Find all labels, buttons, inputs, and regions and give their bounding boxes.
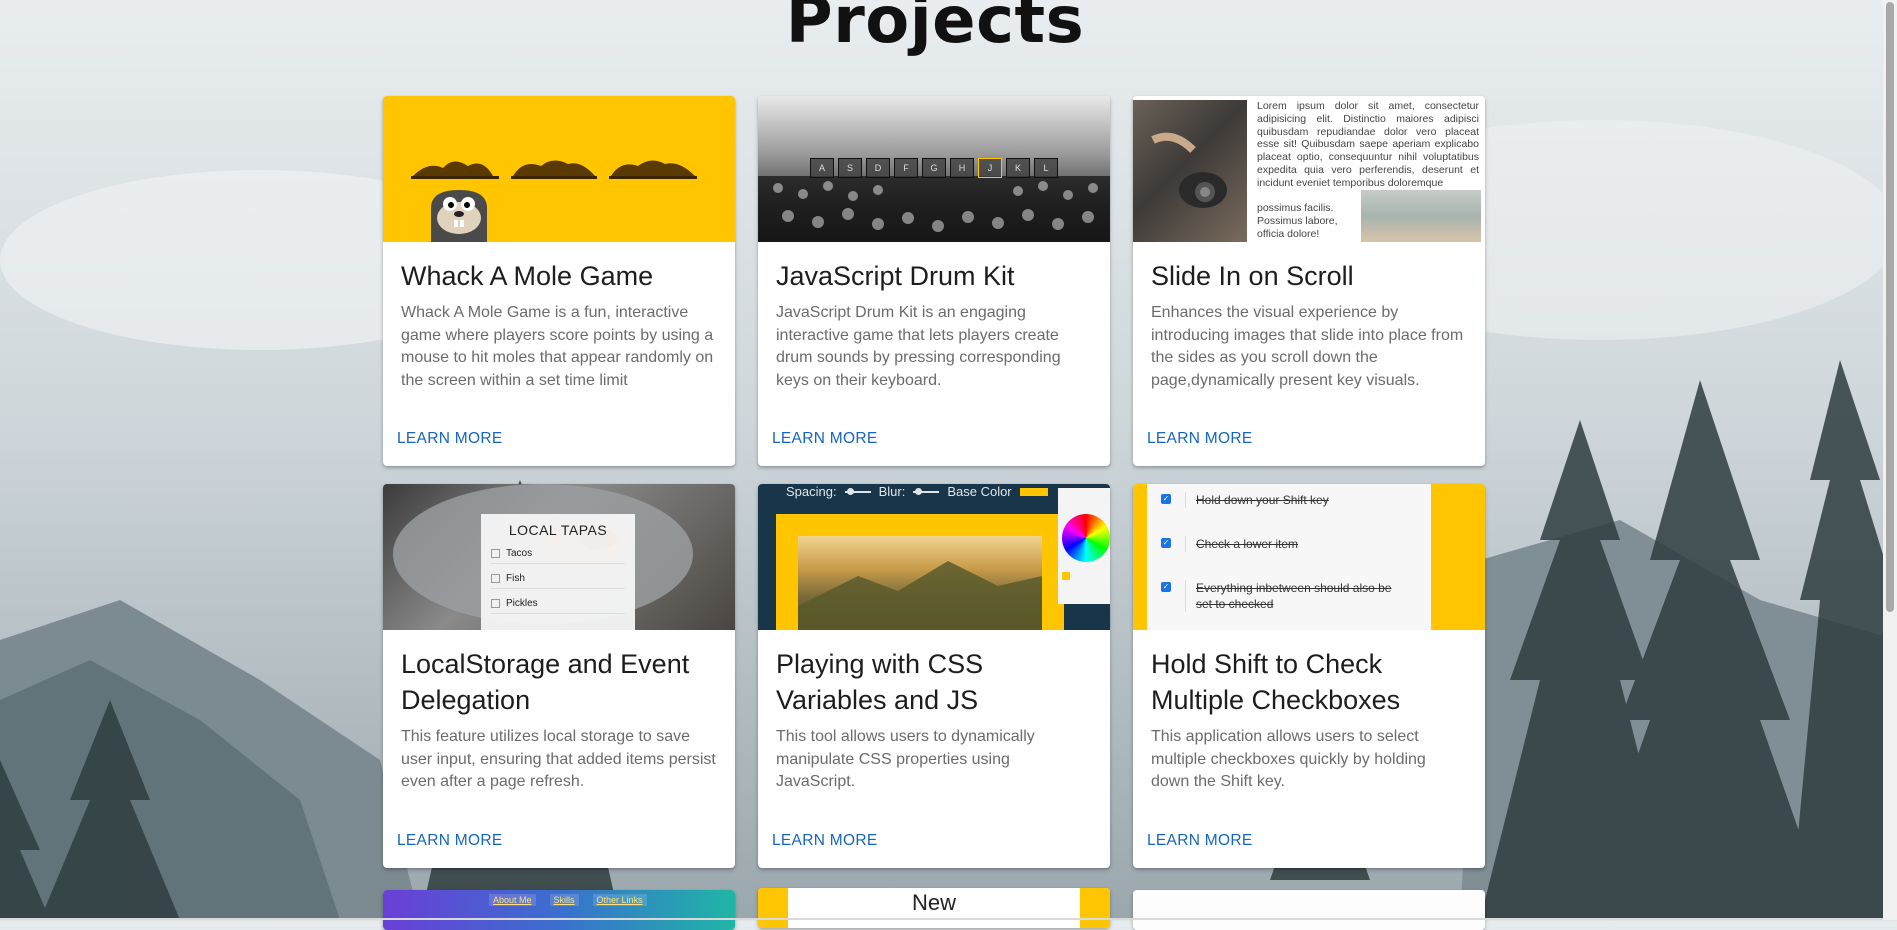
slide-in-thumbnail: Lorem ipsum dolor sit amet, consectetur … <box>1133 96 1485 242</box>
drum-kit-thumbnail: ASDFGHJKL <box>758 96 1110 242</box>
learn-more-button[interactable]: LEARN MORE <box>772 430 878 448</box>
blur-label: Blur: <box>878 484 906 499</box>
tapas-item: Pickles <box>491 598 625 614</box>
card-description: Whack A Mole Game is a fun, interactive … <box>401 304 714 389</box>
drum-key: D <box>866 158 890 178</box>
card-title: Playing with CSS Variables and JS <box>776 649 984 715</box>
new-heading: New <box>911 890 956 915</box>
portfolio-nav: About Me Skills Other Links <box>489 894 647 906</box>
checked-checkbox-icon: ✓ <box>1161 582 1171 592</box>
learn-more-button[interactable]: LEARN MORE <box>397 430 503 448</box>
drum-key: H <box>950 158 974 178</box>
project-card-slide-in-on-scroll: Lorem ipsum dolor sit amet, consectetur … <box>1133 96 1485 466</box>
drum-key: L <box>1034 158 1058 178</box>
checkbox-label: Everything inbetween should also be <box>1196 581 1392 595</box>
checked-checkbox-icon: ✓ <box>1161 494 1171 504</box>
drum-key: F <box>894 158 918 178</box>
base-color-label: Base Color <box>947 484 1012 499</box>
learn-more-button[interactable]: LEARN MORE <box>397 832 503 850</box>
project-card-partial-new: New <box>758 888 1110 928</box>
checkbox-list-panel: ✓ Hold down your Shift key ✓ Check a lower … <box>1147 484 1431 630</box>
new-thumbnail: New <box>758 888 1110 928</box>
checkbox-label: Check a lower item <box>1196 537 1299 551</box>
card-description: This application allows users to select … <box>1151 728 1426 790</box>
card-description: Enhances the visual experience by introd… <box>1151 304 1464 389</box>
drum-key: G <box>922 158 946 178</box>
framed-landscape <box>776 514 1064 630</box>
drum-key: A <box>810 158 834 178</box>
tapas-item-label: Pickles <box>506 598 538 609</box>
learn-more-button[interactable]: LEARN MORE <box>772 832 878 850</box>
drum-key: J <box>978 158 1002 178</box>
checkbox-label: set to checked <box>1196 597 1274 611</box>
card-title: LocalStorage and Event Delegation <box>401 649 690 715</box>
whack-a-mole-thumbnail <box>383 96 735 242</box>
camera-photo <box>1133 100 1247 242</box>
lorem-text: Lorem ipsum dolor sit amet, consectetur … <box>1257 100 1479 189</box>
drum-key: K <box>1006 158 1030 178</box>
project-card-drum-kit: ASDFGHJKL JavaScript Drum Kit JavaScript… <box>758 96 1110 466</box>
checkbox-icon <box>491 574 500 583</box>
card-title: Hold Shift to Check Multiple Checkboxes <box>1151 649 1401 715</box>
card-description: This feature utilizes local storage to s… <box>401 728 716 790</box>
tapas-item: Tacos <box>491 548 625 564</box>
portfolio-nav-link: Other Links <box>592 894 647 906</box>
landscape-photo <box>1361 190 1481 242</box>
page-title: Projects <box>785 0 1085 58</box>
lorem-text-continued: possimus facilis. Possimus labore, offic… <box>1257 202 1357 240</box>
spacing-label: Spacing: <box>786 484 837 499</box>
portfolio-nav-link: About Me <box>489 894 536 906</box>
card-title: Whack A Mole Game <box>401 261 654 291</box>
card-description: JavaScript Drum Kit is an engaging inter… <box>776 304 1061 389</box>
mole-icon <box>431 190 487 242</box>
color-wheel-icon <box>1062 514 1110 562</box>
lorem-line: possimus facilis. <box>1257 202 1334 214</box>
drum-key: S <box>838 158 862 178</box>
tapas-menu-panel: LOCAL TAPAS Tacos Fish Pickles <box>481 514 635 630</box>
checkbox-row: ✓ Everything inbetween should also be set … <box>1147 580 1431 612</box>
drum-key-row: ASDFGHJKL <box>810 158 1058 178</box>
checkbox-icon <box>491 549 500 558</box>
tapas-item-label: Fish <box>506 573 525 584</box>
project-card-hold-shift: ✓ Hold down your Shift key ✓ Check a lower … <box>1133 484 1485 868</box>
project-card-partial-right <box>1133 890 1485 930</box>
color-picker <box>1058 488 1110 604</box>
lorem-line: officia dolore! <box>1257 227 1320 240</box>
spacing-slider <box>844 487 871 495</box>
tapas-heading: LOCAL TAPAS <box>508 522 608 538</box>
learn-more-button[interactable]: LEARN MORE <box>1147 832 1253 850</box>
tapas-list: Tacos Fish Pickles <box>481 548 635 614</box>
portfolio-nav-link: Skills <box>549 894 579 906</box>
lorem-line: Possimus labore, <box>1257 214 1338 227</box>
checkbox-row: ✓ Hold down your Shift key <box>1147 492 1431 508</box>
tapas-item: Fish <box>491 573 625 589</box>
checkbox-thumbnail: ✓ Hold down your Shift key ✓ Check a lower … <box>1133 484 1485 630</box>
checkbox-icon <box>491 599 500 608</box>
card-title: JavaScript Drum Kit <box>776 261 1015 291</box>
checkbox-label: Hold down your Shift key <box>1196 493 1329 507</box>
blur-slider <box>913 487 940 495</box>
portfolio-thumbnail: About Me Skills Other Links <box>383 890 735 930</box>
right-thumbnail <box>1133 890 1485 930</box>
vertical-scrollbar[interactable] <box>1883 0 1897 920</box>
learn-more-button[interactable]: LEARN MORE <box>1147 430 1253 448</box>
project-card-partial-portfolio: About Me Skills Other Links <box>383 890 735 930</box>
project-card-localstorage: LOCAL TAPAS Tacos Fish Pickles LocalStorag… <box>383 484 735 868</box>
checkbox-row: ✓ Check a lower item <box>1147 536 1431 552</box>
card-title: Slide In on Scroll <box>1151 261 1354 291</box>
project-card-whack-a-mole: Whack A Mole Game Whack A Mole Game is a… <box>383 96 735 466</box>
tapas-item-label: Tacos <box>506 548 533 559</box>
controls-row: Spacing: Blur: Base Color <box>786 484 1048 499</box>
card-description: This tool allows users to dynamically ma… <box>776 728 1035 790</box>
checked-checkbox-icon: ✓ <box>1161 538 1171 548</box>
css-variables-thumbnail: Spacing: Blur: Base Color <box>758 484 1110 630</box>
local-tapas-thumbnail: LOCAL TAPAS Tacos Fish Pickles <box>383 484 735 630</box>
project-card-css-variables: Spacing: Blur: Base Color Playing with C… <box>758 484 1110 868</box>
color-swatch <box>1019 487 1048 496</box>
scrollbar-thumb[interactable] <box>1886 2 1894 612</box>
